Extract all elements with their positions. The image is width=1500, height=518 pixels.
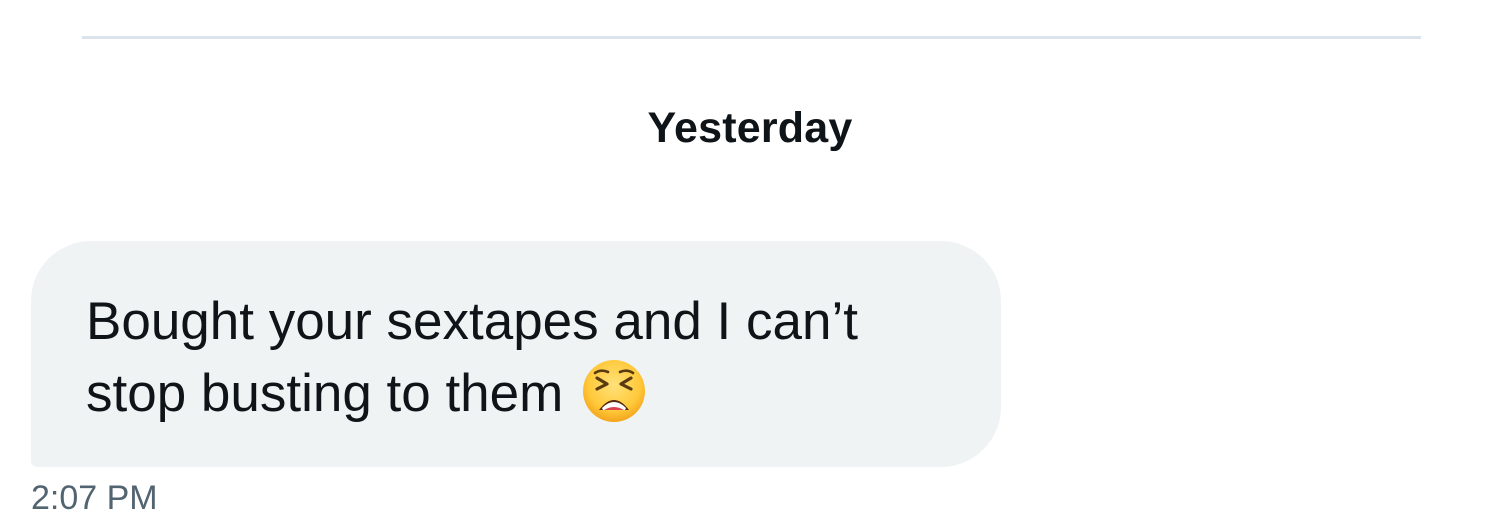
date-separator: Yesterday xyxy=(647,104,853,152)
top-divider xyxy=(82,36,1421,39)
message-text-container: Bought your sextapes and I can’t stop bu… xyxy=(86,286,966,430)
message-timestamp: 2:07 PM xyxy=(31,479,158,517)
tired-face-icon xyxy=(581,358,647,424)
message-text: Bought your sextapes and I can’t stop bu… xyxy=(86,292,858,423)
